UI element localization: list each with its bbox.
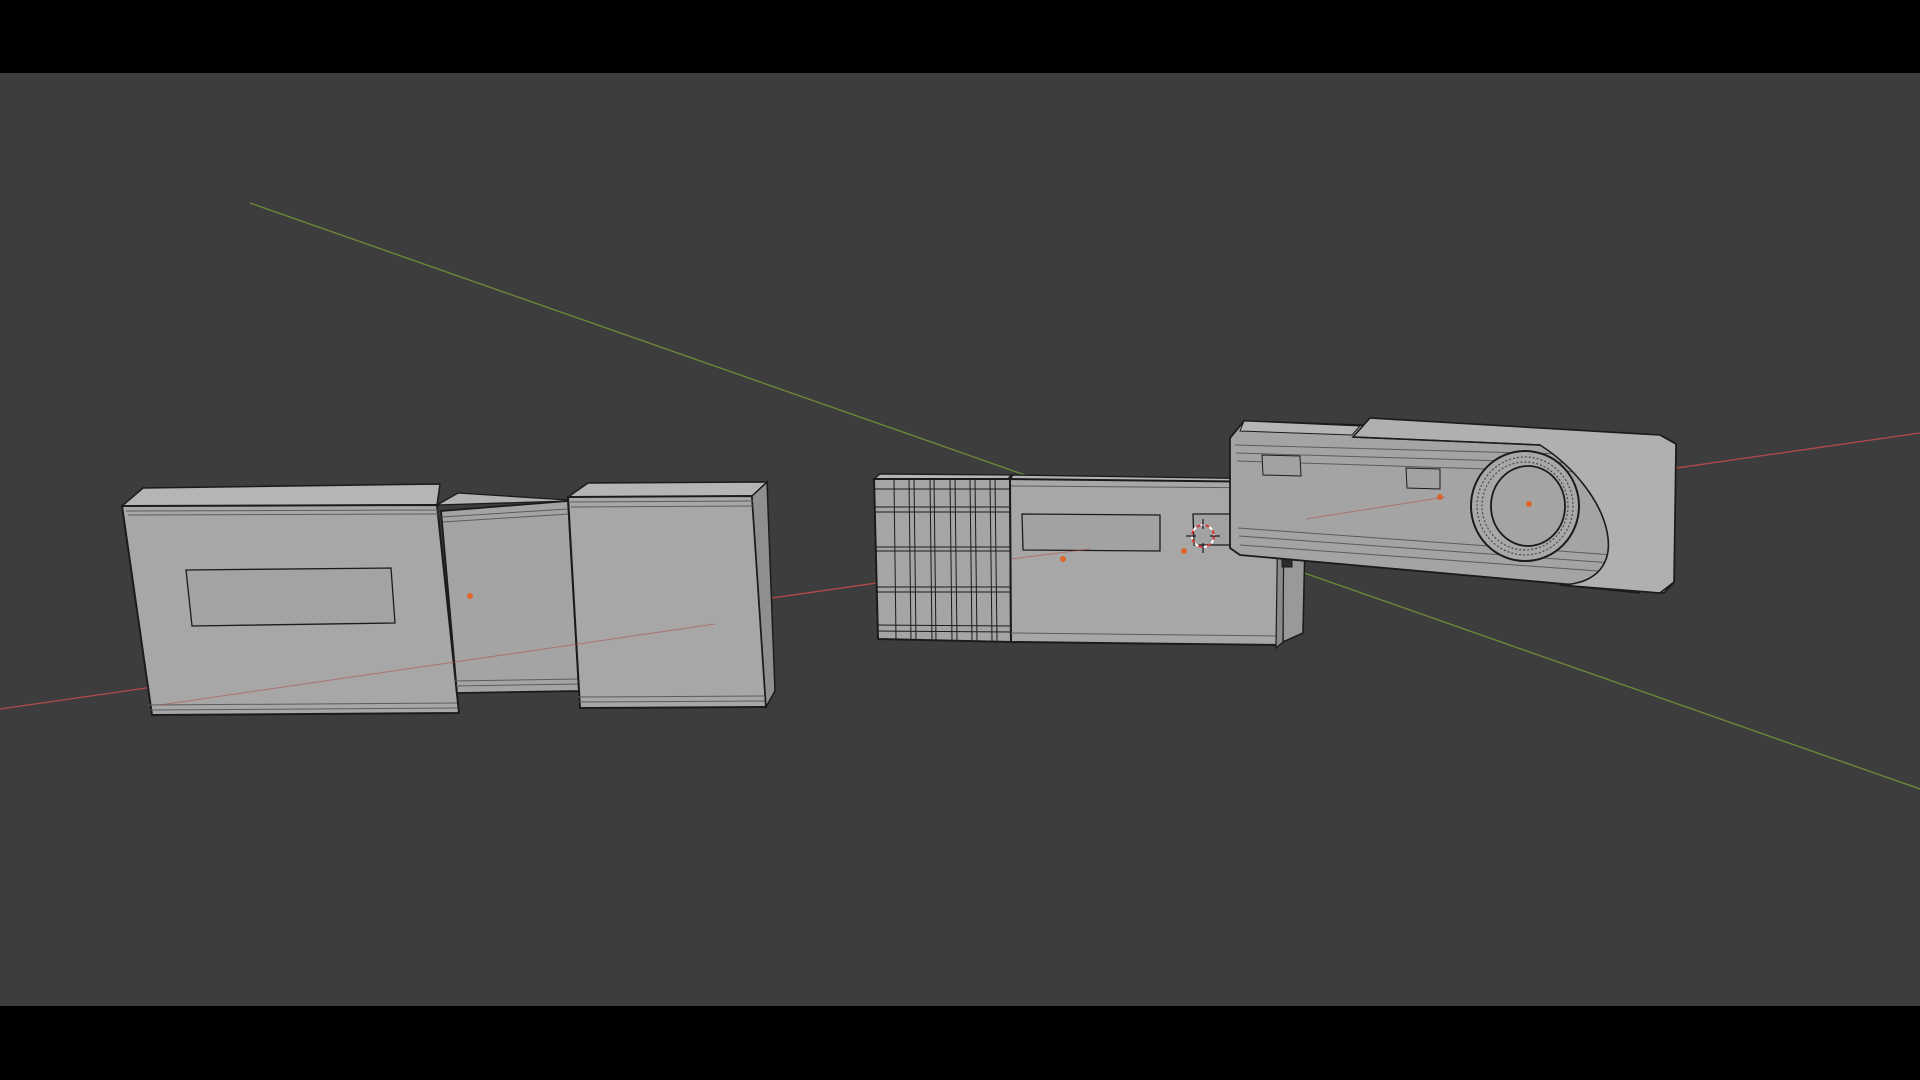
cap-block	[565, 480, 776, 710]
object-origin-dot	[467, 593, 473, 599]
body-left-block	[119, 483, 461, 717]
object-origin-dot	[1526, 501, 1532, 507]
3d-viewport[interactable]	[0, 73, 1920, 1006]
keypad-grid-section	[872, 473, 1013, 644]
label-recess	[1261, 454, 1302, 477]
pivot-ring	[1470, 450, 1580, 562]
middle-connector	[436, 492, 580, 694]
label-recess	[1405, 467, 1441, 490]
viewport-scene	[0, 202, 1920, 790]
object-origin-dot	[1181, 548, 1187, 554]
usb-stick-cap-off[interactable]	[119, 480, 776, 717]
label-recess	[1021, 513, 1161, 552]
object-origin-dot	[1060, 556, 1066, 562]
label-recess	[185, 567, 396, 627]
screen	[0, 0, 1920, 1080]
